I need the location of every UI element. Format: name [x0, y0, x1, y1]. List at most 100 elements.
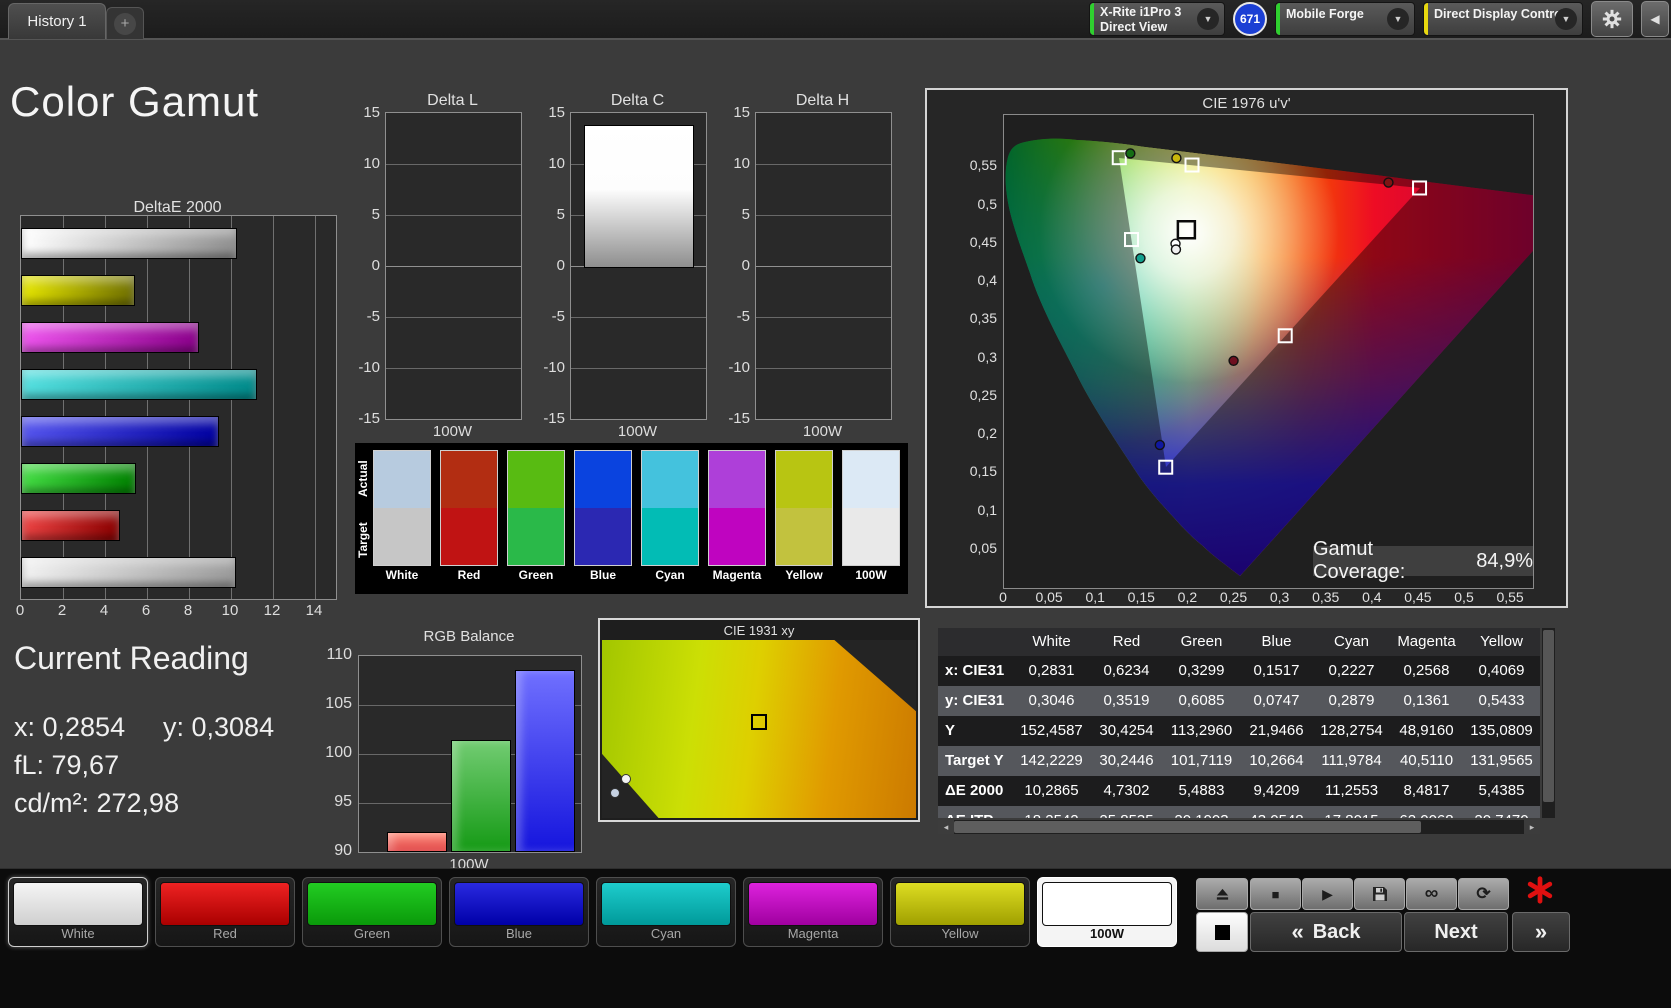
back-button[interactable]: « Back — [1250, 912, 1402, 952]
alert-button[interactable] — [1512, 871, 1568, 909]
delta-y-tick: 15 — [716, 104, 750, 121]
source-dropdown[interactable]: Mobile Forge ▼ — [1275, 2, 1415, 36]
settings-button[interactable] — [1591, 1, 1633, 37]
swatch-pair — [641, 450, 699, 566]
display-control-name: Direct Display Control — [1434, 7, 1565, 22]
deltae-x-axis: 02468101214 — [20, 602, 335, 620]
swatch-pair — [574, 450, 632, 566]
cie-x-tick: 0,3 — [1270, 589, 1289, 605]
back-button-label: Back — [1313, 921, 1361, 944]
meter-dropdown[interactable]: X-Rite i1Pro 3 Direct View ▼ — [1089, 2, 1225, 36]
column-header-white: White — [1014, 628, 1089, 656]
rgb-y-tick: 110 — [316, 646, 352, 664]
table-body: x: CIE310,28310,62340,32990,15170,22270,… — [938, 656, 1540, 818]
swatch-actual — [575, 451, 631, 508]
deltae-x-tick: 2 — [58, 602, 66, 619]
column-header-red: Red — [1089, 628, 1164, 656]
hscroll-track[interactable] — [954, 820, 1524, 834]
pattern-button-cyan[interactable]: Cyan — [596, 877, 736, 947]
next-button[interactable]: Next — [1404, 912, 1508, 952]
table-cell: 10,2865 — [1014, 776, 1089, 806]
cie-x-tick: 0,55 — [1496, 589, 1523, 605]
table-cell: 101,7119 — [1164, 746, 1239, 776]
rgb-bar-green — [451, 740, 511, 852]
refresh-button[interactable]: ⟳ — [1458, 878, 1509, 910]
column-header-magenta: Magenta — [1389, 628, 1464, 656]
table-cell: 20,7470 — [1464, 806, 1539, 818]
table-cell: 0,2227 — [1314, 656, 1389, 686]
scroll-left-icon[interactable]: ◂ — [938, 820, 954, 834]
delta-y-tick: -5 — [346, 308, 380, 325]
delta-gridline — [386, 317, 521, 318]
table-cell: 20,1903 — [1164, 806, 1239, 818]
cie-measured-white2 — [1171, 245, 1180, 254]
deltae-bar-100w — [21, 557, 236, 588]
table-cell: 25,8535 — [1089, 806, 1164, 818]
collapse-arrow-icon: ◀ — [1650, 12, 1659, 26]
pattern-button-100w[interactable]: 100W — [1037, 877, 1177, 947]
row-label: y: CIE31 — [938, 686, 1014, 716]
delta-c-title: Delta C — [570, 92, 705, 110]
red-asterisk-icon — [1526, 876, 1554, 904]
table-cell: 0,2831 — [1014, 656, 1089, 686]
tab-history-1[interactable]: History 1 — [8, 3, 106, 39]
loop-button[interactable]: ∞ — [1406, 878, 1457, 910]
cie-x-tick: 0,5 — [1454, 589, 1473, 605]
pattern-button-blue[interactable]: Blue — [449, 877, 589, 947]
target-row-label: Target — [356, 509, 372, 571]
cie-x-tick: 0,25 — [1220, 589, 1247, 605]
pattern-window-button[interactable] — [1196, 912, 1248, 952]
add-tab-button[interactable]: + — [106, 7, 144, 39]
pattern-swatch — [1042, 882, 1172, 926]
collapse-panel-button[interactable]: ◀ — [1641, 1, 1669, 37]
cie-y-tick: 0,25 — [951, 387, 997, 403]
cie-y-tick: 0,45 — [951, 234, 997, 250]
eject-button[interactable] — [1196, 878, 1248, 910]
delta-y-tick: 10 — [346, 155, 380, 172]
pattern-button-green[interactable]: Green — [302, 877, 442, 947]
column-header-yellow: Yellow — [1464, 628, 1539, 656]
pattern-label: Red — [156, 926, 294, 941]
swatch-label: Green — [507, 566, 565, 584]
delta-y-tick: -15 — [346, 410, 380, 427]
swatch-target — [642, 508, 698, 565]
table-vertical-scrollbar[interactable] — [1542, 628, 1555, 818]
swatch-target — [575, 508, 631, 565]
save-button[interactable] — [1354, 878, 1405, 910]
deltae-bar-blue — [21, 416, 219, 447]
vscroll-thumb[interactable] — [1543, 630, 1554, 802]
table-cell: 131,9565 — [1464, 746, 1539, 776]
cie1931-measured-dot — [621, 774, 631, 784]
cie1931-diagram — [602, 640, 916, 818]
delta-y-tick: -10 — [531, 359, 565, 376]
table-corner-cell — [938, 628, 1014, 656]
table-row: Target Y142,222930,2446101,711910,266411… — [938, 746, 1540, 776]
table-cell: 62,0068 — [1389, 806, 1464, 818]
next-chevron-button[interactable]: » — [1512, 912, 1570, 952]
cie1976-diagram — [1003, 114, 1534, 589]
deltae-x-tick: 8 — [184, 602, 192, 619]
delta-gridline — [386, 164, 521, 165]
row-label: x: CIE31 — [938, 656, 1014, 686]
pattern-button-yellow[interactable]: Yellow — [890, 877, 1030, 947]
swatch-yellow: Yellow — [775, 450, 833, 584]
table-cell: 30,4254 — [1089, 716, 1164, 746]
pattern-button-red[interactable]: Red — [155, 877, 295, 947]
pattern-button-magenta[interactable]: Magenta — [743, 877, 883, 947]
scroll-right-icon[interactable]: ▸ — [1524, 820, 1540, 834]
play-button[interactable]: ▶ — [1302, 878, 1353, 910]
source-name: Mobile Forge — [1286, 7, 1364, 22]
delta-c-chart: 151050-5-10-15 — [570, 112, 707, 420]
deltae-bar-cyan — [21, 369, 257, 400]
stop-button[interactable]: ■ — [1250, 878, 1301, 910]
table-cell: 10,2664 — [1239, 746, 1314, 776]
hscroll-thumb[interactable] — [954, 821, 1421, 833]
deltae-x-tick: 0 — [16, 602, 24, 619]
back-chevron-icon: « — [1291, 919, 1303, 945]
pattern-button-white[interactable]: White — [8, 877, 148, 947]
display-control-dropdown[interactable]: Direct Display Control ▼ — [1423, 2, 1583, 36]
rgb-y-tick: 100 — [316, 744, 352, 762]
gamut-coverage-box: Gamut Coverage: 84,9% — [1313, 546, 1533, 576]
table-horizontal-scrollbar[interactable]: ◂ ▸ — [938, 820, 1540, 834]
delta-y-tick: 5 — [716, 206, 750, 223]
